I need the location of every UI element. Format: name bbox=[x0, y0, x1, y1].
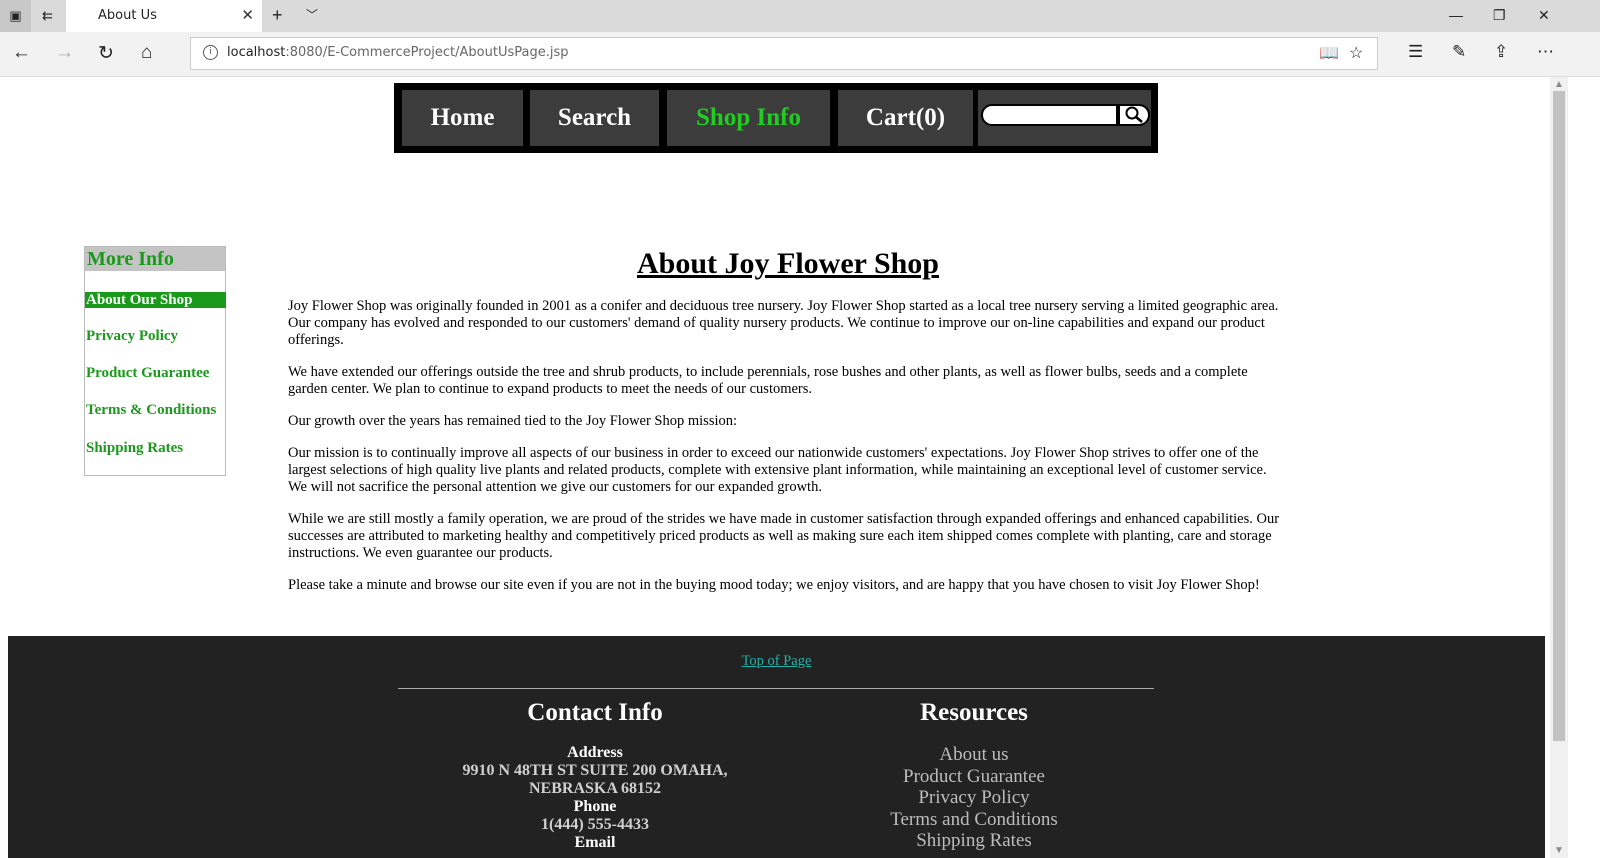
nav-cart[interactable]: Cart(0) bbox=[838, 90, 976, 146]
contact-info: Address 9910 N 48TH ST SUITE 200 OMAHA, … bbox=[395, 744, 795, 852]
page-viewport: Home Search Shop Info Cart(0) More Info … bbox=[0, 77, 1550, 858]
sidebar-item-about-our-shop[interactable]: About Our Shop bbox=[85, 292, 226, 308]
scroll-down-icon[interactable]: ▼ bbox=[1554, 845, 1564, 856]
resource-link-about-us[interactable]: About us bbox=[774, 744, 1174, 766]
email-label: Email bbox=[574, 834, 616, 851]
nav-search-box bbox=[978, 90, 1151, 146]
address-bar: ← → ↻ ⌂ i localhost:8080/E-CommerceProje… bbox=[0, 32, 1600, 77]
sidebar-item-privacy-policy[interactable]: Privacy Policy bbox=[85, 328, 226, 344]
forward-icon[interactable]: → bbox=[55, 42, 74, 64]
favorite-star-icon[interactable]: ☆ bbox=[1349, 43, 1363, 63]
top-of-page-link[interactable]: Top of Page bbox=[8, 653, 1545, 670]
nav-shop-info[interactable]: Shop Info bbox=[667, 90, 833, 146]
tab-preview-chevron-icon[interactable]: ﹀ bbox=[306, 6, 318, 23]
url-text[interactable]: localhost:8080/E-CommerceProject/AboutUs… bbox=[227, 45, 569, 60]
sidebar-item-terms-conditions[interactable]: Terms & Conditions bbox=[85, 402, 226, 418]
back-icon[interactable]: ← bbox=[12, 42, 31, 64]
paragraph-invite: Please take a minute and browse our site… bbox=[288, 577, 1260, 593]
browser-tab-bar: ▣ ⇇ About Us ✕ + ﹀ — ❐ ✕ bbox=[0, 0, 1600, 32]
resources-list: About us Product Guarantee Privacy Polic… bbox=[774, 744, 1174, 852]
paragraph-family: While we are still mostly a family opera… bbox=[288, 511, 1280, 561]
address-label: Address bbox=[567, 744, 623, 761]
paragraph-offerings: We have extended our offerings outside t… bbox=[288, 364, 1248, 397]
page-title: About Joy Flower Shop bbox=[637, 247, 939, 280]
resource-link-privacy-policy[interactable]: Privacy Policy bbox=[774, 787, 1174, 809]
more-info-sidebar: More Info About Our Shop Privacy Policy … bbox=[84, 246, 226, 476]
phone-value: 1(444) 555-4433 bbox=[541, 816, 649, 833]
phone-label: Phone bbox=[573, 798, 617, 815]
more-menu-icon[interactable]: ⋯ bbox=[1537, 42, 1554, 62]
site-nav-bar: Home Search Shop Info Cart(0) bbox=[394, 83, 1158, 153]
address-line-1: 9910 N 48TH ST SUITE 200 OMAHA, bbox=[462, 762, 728, 779]
minimize-icon[interactable]: — bbox=[1449, 7, 1463, 23]
tab-actions-icon[interactable]: ▣ bbox=[0, 0, 31, 32]
magnifier-icon bbox=[1125, 106, 1143, 123]
resource-link-terms-conditions[interactable]: Terms and Conditions bbox=[774, 809, 1174, 831]
address-line-2: NEBRASKA 68152 bbox=[528, 780, 662, 797]
site-footer: Top of Page Contact Info Resources Addre… bbox=[8, 636, 1545, 858]
footer-divider bbox=[398, 688, 1154, 689]
restore-icon[interactable]: ❐ bbox=[1493, 7, 1506, 24]
close-window-icon[interactable]: ✕ bbox=[1538, 7, 1550, 24]
notes-pen-icon[interactable]: ✎ bbox=[1452, 42, 1466, 62]
tab-close-icon[interactable]: ✕ bbox=[241, 6, 254, 24]
search-button[interactable] bbox=[1118, 104, 1150, 126]
site-info-icon[interactable]: i bbox=[203, 45, 218, 60]
sidebar-item-product-guarantee[interactable]: Product Guarantee bbox=[85, 365, 226, 381]
resources-heading: Resources bbox=[920, 699, 1028, 726]
page-scrollbar[interactable]: ▲ ▼ bbox=[1550, 77, 1568, 858]
about-content: About Joy Flower Shop Joy Flower Shop wa… bbox=[288, 247, 1288, 609]
nav-search[interactable]: Search bbox=[530, 90, 662, 146]
browser-tab[interactable]: About Us ✕ bbox=[66, 0, 262, 32]
nav-home[interactable]: Home bbox=[402, 90, 526, 146]
scroll-thumb[interactable] bbox=[1553, 91, 1565, 741]
paragraph-mission: Our mission is to continually improve al… bbox=[288, 445, 1267, 495]
share-icon[interactable]: ⇪ bbox=[1494, 42, 1508, 62]
url-field[interactable]: i localhost:8080/E-CommerceProject/About… bbox=[190, 37, 1378, 70]
paragraph-growth: Our growth over the years has remained t… bbox=[288, 413, 738, 429]
sidebar-item-shipping-rates[interactable]: Shipping Rates bbox=[85, 440, 226, 456]
reading-view-icon[interactable]: 📖 bbox=[1319, 43, 1339, 63]
sidebar-title: More Info bbox=[85, 247, 225, 271]
contact-info-heading: Contact Info bbox=[527, 699, 663, 726]
refresh-icon[interactable]: ↻ bbox=[98, 42, 114, 65]
resource-link-product-guarantee[interactable]: Product Guarantee bbox=[774, 766, 1174, 788]
set-tabs-aside-icon[interactable]: ⇇ bbox=[32, 0, 63, 32]
resource-link-shipping-rates[interactable]: Shipping Rates bbox=[774, 830, 1174, 852]
home-icon[interactable]: ⌂ bbox=[141, 42, 152, 64]
paragraph-history: Joy Flower Shop was originally founded i… bbox=[288, 298, 1279, 348]
scroll-up-icon[interactable]: ▲ bbox=[1554, 79, 1564, 90]
search-input[interactable] bbox=[981, 104, 1118, 126]
tab-title: About Us bbox=[98, 8, 157, 23]
favorites-list-icon[interactable]: ☰ bbox=[1408, 42, 1423, 62]
new-tab-icon[interactable]: + bbox=[272, 5, 283, 26]
